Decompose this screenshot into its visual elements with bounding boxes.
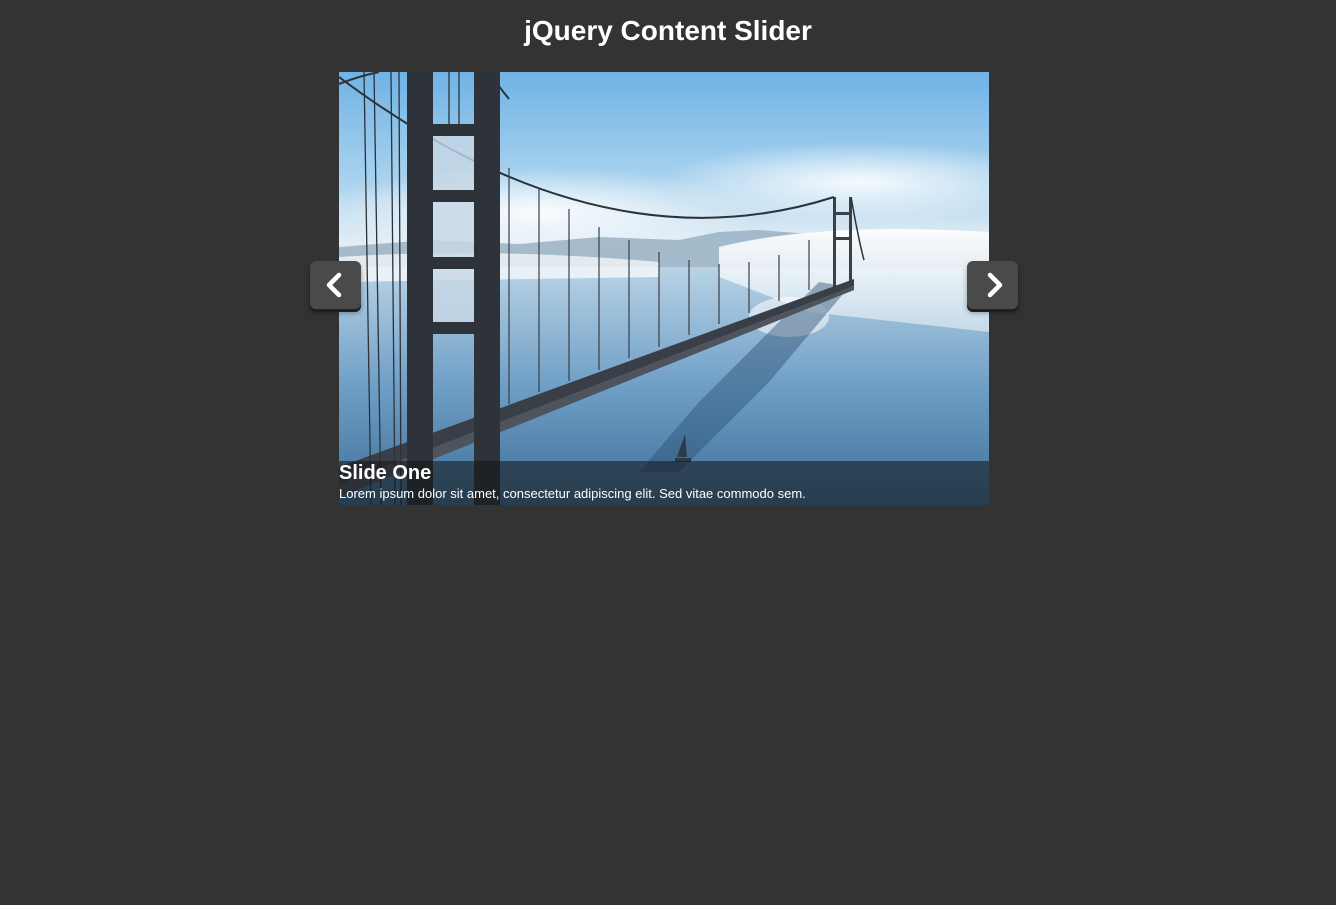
slide-image-golden-gate-bridge [339,72,989,505]
previous-slide-button[interactable] [310,261,361,309]
slide-description: Lorem ipsum dolor sit amet, consectetur … [339,486,806,501]
chevron-right-icon [987,272,1003,298]
page-title: jQuery Content Slider [524,15,812,46]
next-slide-button[interactable] [967,261,1018,309]
chevron-left-icon [326,272,342,298]
slide-title: Slide One [339,462,432,484]
slide-caption: Slide One Lorem ipsum dolor sit amet, co… [339,461,989,505]
content-slider: Slide One Lorem ipsum dolor sit amet, co… [339,72,989,505]
